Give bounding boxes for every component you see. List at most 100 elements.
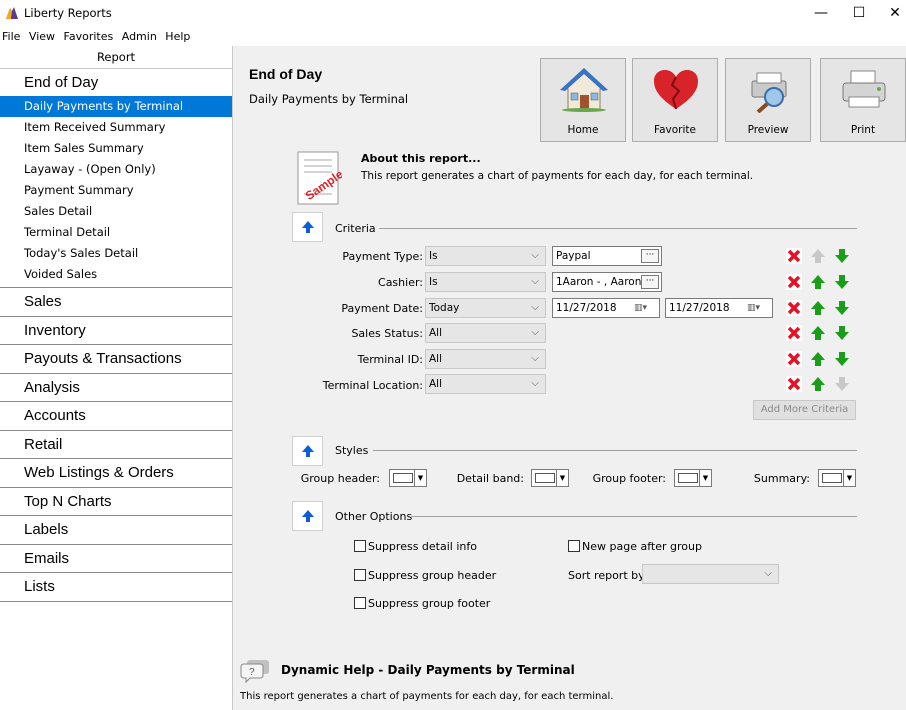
preview-label: Preview — [747, 124, 789, 136]
terminal-location-operator-select[interactable]: All ⌵ — [425, 374, 546, 394]
payment-type-operator-select[interactable]: Is ⌵ — [425, 246, 546, 266]
chevron-down-icon: ⌵ — [531, 378, 539, 389]
category-labels[interactable]: Labels — [0, 516, 232, 545]
remove-icon[interactable] — [786, 325, 802, 341]
payment-type-label: Payment Type: — [342, 250, 423, 263]
favorite-button[interactable]: Favorite — [632, 58, 718, 142]
menu-help[interactable]: Help — [165, 28, 195, 43]
move-down-icon[interactable] — [834, 325, 850, 341]
other-options-collapse-button[interactable] — [292, 501, 323, 531]
move-down-icon[interactable] — [834, 248, 850, 264]
menu-favorites[interactable]: Favorites — [64, 28, 119, 43]
move-down-icon[interactable] — [834, 300, 850, 316]
report-panel: End of Day Daily Payments by Terminal Ho… — [234, 46, 906, 710]
category-lists[interactable]: Lists — [0, 573, 232, 602]
payment-date-to-value: 11/27/2018 — [669, 302, 730, 314]
payment-date-to-field[interactable]: 11/27/2018 ▥▾ — [665, 298, 773, 318]
color-swatch — [678, 473, 698, 483]
home-icon — [560, 68, 608, 112]
report-terminal-detail[interactable]: Terminal Detail — [0, 222, 232, 243]
sales-status-label: Sales Status: — [351, 327, 423, 340]
report-voided-sales[interactable]: Voided Sales — [0, 264, 232, 285]
report-payment-summary[interactable]: Payment Summary — [0, 180, 232, 201]
sort-report-by-label: Sort report by: — [568, 569, 648, 582]
terminal-location-label: Terminal Location: — [322, 379, 423, 392]
move-up-icon[interactable] — [810, 274, 826, 290]
terminal-id-label: Terminal ID: — [357, 353, 423, 366]
favorite-label: Favorite — [654, 124, 696, 136]
suppress-detail-checkbox[interactable] — [354, 540, 366, 552]
move-down-icon[interactable] — [834, 351, 850, 367]
move-up-icon[interactable] — [810, 351, 826, 367]
menu-admin[interactable]: Admin — [122, 28, 162, 43]
payment-date-from-value: 11/27/2018 — [556, 302, 617, 314]
styles-collapse-button[interactable] — [292, 436, 323, 466]
category-payouts-transactions[interactable]: Payouts & Transactions — [0, 345, 232, 374]
move-up-icon[interactable] — [810, 376, 826, 392]
calendar-icon[interactable]: ▥▾ — [747, 301, 769, 315]
category-top-n-charts[interactable]: Top N Charts — [0, 488, 232, 516]
terminal-id-operator-select[interactable]: All ⌵ — [425, 349, 546, 369]
new-page-after-group-checkbox[interactable] — [568, 540, 580, 552]
suppress-group-header-checkbox[interactable] — [354, 569, 366, 581]
category-accounts[interactable]: Accounts — [0, 402, 232, 431]
report-item-received-summary[interactable]: Item Received Summary — [0, 117, 232, 138]
remove-icon[interactable] — [786, 351, 802, 367]
report-item-sales-summary[interactable]: Item Sales Summary — [0, 138, 232, 159]
payment-date-operator-value: Today — [429, 302, 460, 314]
category-analysis[interactable]: Analysis — [0, 374, 232, 402]
cashier-operator-select[interactable]: Is ⌵ — [425, 272, 546, 292]
report-daily-payments-by-terminal[interactable]: Daily Payments by Terminal — [0, 96, 232, 117]
print-button[interactable]: Print — [820, 58, 906, 142]
new-page-after-group-label: New page after group — [582, 540, 702, 553]
summary-label: Summary: — [753, 472, 810, 485]
other-options-divider — [411, 516, 857, 517]
ellipsis-button[interactable]: ··· — [641, 275, 659, 289]
payment-date-from-field[interactable]: 11/27/2018 ▥▾ — [552, 298, 660, 318]
styles-divider — [373, 450, 857, 451]
ellipsis-button[interactable]: ··· — [641, 249, 659, 263]
window-title: Liberty Reports — [24, 6, 112, 20]
category-sales[interactable]: Sales — [0, 288, 232, 317]
report-todays-sales-detail[interactable]: Today's Sales Detail — [0, 243, 232, 264]
sales-status-operator-select[interactable]: All ⌵ — [425, 323, 546, 343]
move-down-icon[interactable] — [834, 274, 850, 290]
group-header-label: Group header: — [300, 472, 380, 485]
report-layaway-open-only[interactable]: Layaway - (Open Only) — [0, 159, 232, 180]
remove-icon[interactable] — [786, 300, 802, 316]
menu-file[interactable]: File — [0, 28, 25, 43]
remove-icon[interactable] — [786, 248, 802, 264]
payment-date-operator-select[interactable]: Today ⌵ — [425, 298, 546, 318]
move-up-icon[interactable] — [810, 300, 826, 316]
category-emails[interactable]: Emails — [0, 545, 232, 573]
category-inventory[interactable]: Inventory — [0, 317, 232, 345]
close-button[interactable]: ✕ — [872, 0, 906, 28]
report-sales-detail[interactable]: Sales Detail — [0, 201, 232, 222]
dropdown-arrow-icon: ▼ — [843, 470, 855, 486]
preview-button[interactable]: Preview — [725, 58, 811, 142]
group-header-color-picker[interactable]: ▼ — [389, 469, 427, 487]
detail-band-color-picker[interactable]: ▼ — [531, 469, 569, 487]
remove-icon[interactable] — [786, 376, 802, 392]
page-subtitle: Daily Payments by Terminal — [249, 92, 409, 106]
category-web-listings-orders[interactable]: Web Listings & Orders — [0, 459, 232, 488]
dropdown-arrow-icon: ▼ — [556, 470, 568, 486]
dropdown-arrow-icon: ▼ — [699, 470, 711, 486]
add-more-criteria-button[interactable]: Add More Criteria — [753, 400, 856, 420]
move-up-icon[interactable] — [810, 325, 826, 341]
category-end-of-day[interactable]: End of Day — [0, 69, 232, 96]
summary-color-picker[interactable]: ▼ — [818, 469, 856, 487]
title-bar: Liberty Reports — ☐ ✕ — [0, 0, 906, 28]
sort-report-by-select[interactable]: ⌵ — [642, 564, 779, 584]
terminal-location-operator-value: All — [429, 378, 443, 390]
category-retail[interactable]: Retail — [0, 431, 232, 459]
suppress-group-footer-checkbox[interactable] — [354, 597, 366, 609]
calendar-icon[interactable]: ▥▾ — [634, 301, 656, 315]
menu-view[interactable]: View — [29, 28, 60, 43]
payment-type-value-field[interactable]: Paypal ··· — [552, 246, 662, 266]
home-button[interactable]: Home — [540, 58, 626, 142]
criteria-collapse-button[interactable] — [292, 212, 323, 242]
cashier-value-field[interactable]: 1Aaron - , Aaron ··· — [552, 272, 662, 292]
group-footer-color-picker[interactable]: ▼ — [674, 469, 712, 487]
remove-icon[interactable] — [786, 274, 802, 290]
